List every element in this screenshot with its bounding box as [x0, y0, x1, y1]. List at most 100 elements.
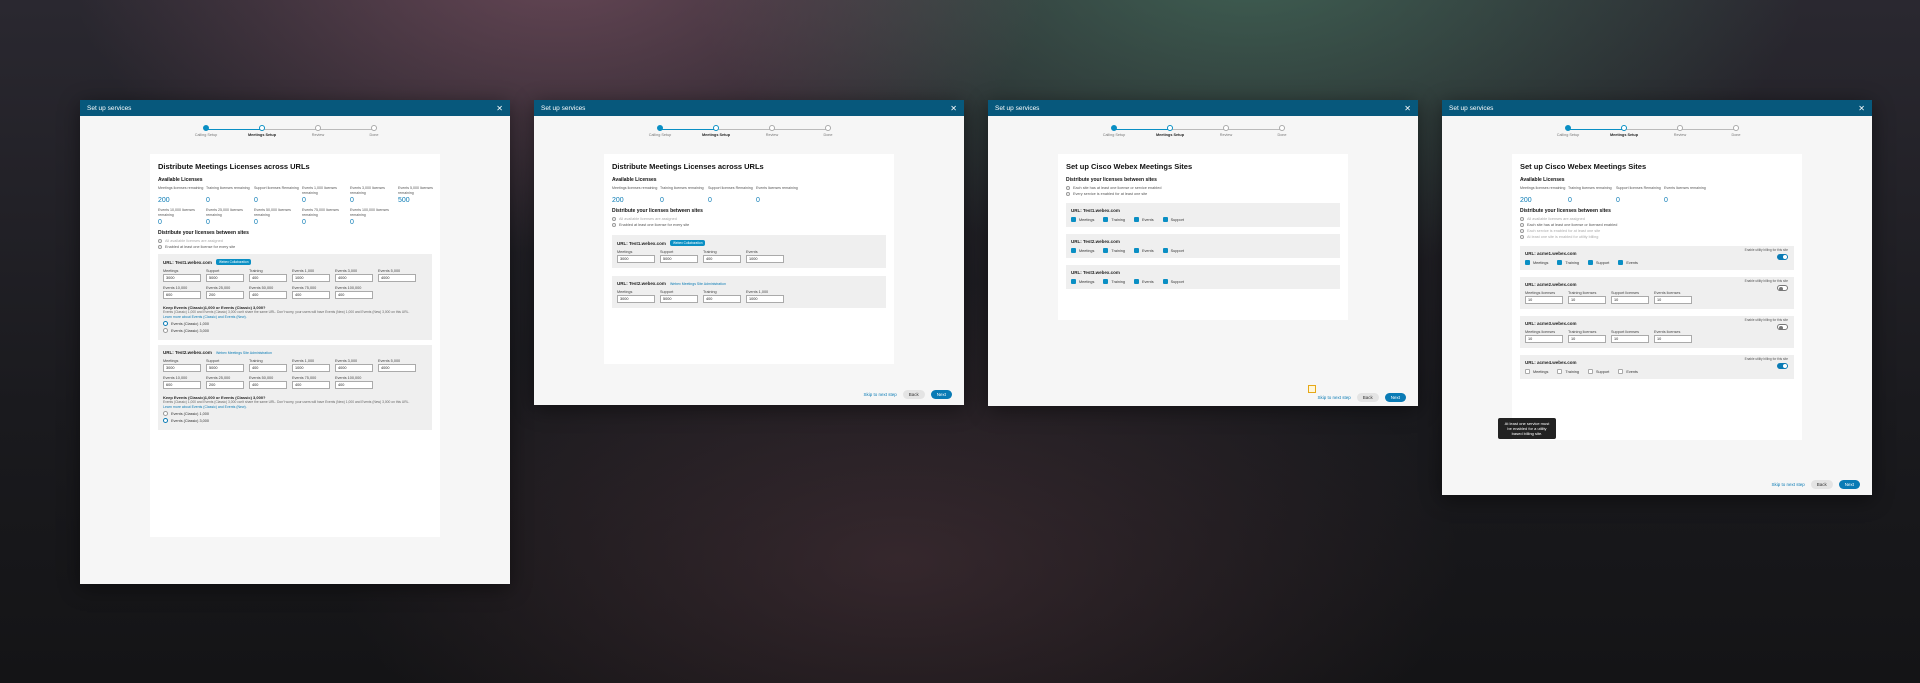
checkbox-icon[interactable] — [1588, 369, 1593, 374]
checkbox-icon[interactable] — [1618, 260, 1624, 265]
field-input[interactable]: 1000 — [746, 255, 784, 263]
radio-option[interactable]: Events (Classic) 3,000 — [163, 418, 427, 423]
service-checkbox[interactable]: Events — [1618, 260, 1638, 265]
field-input[interactable]: 400 — [249, 274, 287, 282]
checkbox-icon[interactable] — [1071, 248, 1076, 253]
service-checkbox[interactable]: Training — [1103, 217, 1125, 222]
checkbox-icon[interactable] — [1071, 279, 1076, 284]
next-button[interactable]: Next — [1384, 393, 1406, 402]
field-input[interactable]: 200 — [206, 381, 244, 389]
close-icon[interactable]: ✕ — [1404, 104, 1411, 113]
radio-option[interactable]: Events (Classic) 3,000 — [163, 328, 427, 333]
field-input[interactable]: 400 — [335, 291, 373, 299]
field-input[interactable]: 4000 — [378, 274, 416, 282]
checkbox-icon[interactable] — [1134, 279, 1139, 284]
admin-link[interactable]: Webex Meetings Site Administration — [216, 351, 272, 355]
radio-option[interactable]: Events (Classic) 1,000 — [163, 411, 427, 416]
field-input[interactable]: 400 — [335, 381, 373, 389]
checkbox-icon[interactable] — [1103, 279, 1109, 284]
field-input[interactable]: 5000 — [660, 255, 698, 263]
field-input[interactable]: 4000 — [378, 364, 416, 372]
checkbox-icon[interactable] — [1162, 248, 1168, 253]
utility-billing-toggle[interactable] — [1777, 324, 1788, 330]
field-input[interactable]: 5000 — [206, 274, 244, 282]
field-input[interactable]: 600 — [163, 291, 201, 299]
field-input[interactable]: 10 — [1568, 296, 1606, 304]
back-button[interactable]: Back — [1810, 480, 1833, 489]
field-input[interactable]: 400 — [249, 291, 287, 299]
field-input[interactable]: 3000 — [617, 255, 655, 263]
admin-link[interactable]: Webex Meetings Site Administration — [670, 282, 726, 286]
next-button[interactable]: Next — [1838, 480, 1860, 489]
checkbox-icon[interactable] — [1103, 248, 1109, 253]
service-checkbox[interactable]: Training — [1557, 369, 1579, 374]
radio-icon[interactable] — [163, 328, 168, 333]
service-checkbox[interactable]: Support — [1162, 217, 1184, 222]
radio-icon[interactable] — [163, 411, 168, 416]
service-checkbox[interactable]: Meetings — [1525, 369, 1548, 374]
field-input[interactable]: 10 — [1525, 335, 1563, 343]
field-input[interactable]: 1000 — [746, 295, 784, 303]
field-input[interactable]: 5000 — [206, 364, 244, 372]
checkbox-icon[interactable] — [1162, 217, 1168, 222]
checkbox-icon[interactable] — [1071, 217, 1076, 222]
service-checkbox[interactable]: Events — [1134, 279, 1154, 284]
checkbox-icon[interactable] — [1134, 217, 1139, 222]
learn-more-link[interactable]: Learn more about Events (Classic) and Ev… — [163, 315, 427, 319]
service-checkbox[interactable]: Meetings — [1525, 260, 1548, 265]
field-input[interactable]: 400 — [249, 364, 287, 372]
field-input[interactable]: 5000 — [660, 295, 698, 303]
field-input[interactable]: 10 — [1611, 296, 1649, 304]
field-input[interactable]: 400 — [703, 255, 741, 263]
service-checkbox[interactable]: Meetings — [1071, 217, 1094, 222]
service-checkbox[interactable]: Events — [1134, 248, 1154, 253]
field-input[interactable]: 1000 — [292, 364, 330, 372]
back-button[interactable]: Back — [902, 390, 925, 399]
field-input[interactable]: 600 — [163, 381, 201, 389]
checkbox-icon[interactable] — [1103, 217, 1109, 222]
service-checkbox[interactable]: Events — [1134, 217, 1154, 222]
close-icon[interactable]: ✕ — [950, 104, 957, 113]
skip-link[interactable]: Skip to next step — [1771, 482, 1804, 487]
field-input[interactable]: 400 — [292, 381, 330, 389]
next-button[interactable]: Next — [930, 390, 952, 399]
field-input[interactable]: 400 — [249, 381, 287, 389]
field-input[interactable]: 3000 — [163, 364, 201, 372]
service-checkbox[interactable]: Support — [1588, 260, 1609, 265]
field-input[interactable]: 10 — [1654, 296, 1692, 304]
service-checkbox[interactable]: Support — [1162, 279, 1184, 284]
field-input[interactable]: 4000 — [335, 364, 373, 372]
service-checkbox[interactable]: Training — [1557, 260, 1579, 265]
checkbox-icon[interactable] — [1557, 369, 1563, 374]
checkbox-icon[interactable] — [1618, 369, 1624, 374]
learn-more-link[interactable]: Learn more about Events (Classic) and Ev… — [163, 405, 427, 409]
radio-icon[interactable] — [163, 418, 168, 423]
field-input[interactable]: 400 — [703, 295, 741, 303]
skip-link[interactable]: Skip to next step — [863, 392, 896, 397]
field-input[interactable]: 10 — [1654, 335, 1692, 343]
close-icon[interactable]: ✕ — [1858, 104, 1865, 113]
checkbox-icon[interactable] — [1588, 260, 1593, 265]
field-input[interactable]: 10 — [1525, 296, 1563, 304]
service-checkbox[interactable]: Training — [1103, 279, 1125, 284]
field-input[interactable]: 10 — [1568, 335, 1606, 343]
skip-link[interactable]: Skip to next step — [1317, 395, 1350, 400]
checkbox-icon[interactable] — [1134, 248, 1139, 253]
utility-billing-toggle[interactable] — [1777, 363, 1788, 369]
utility-billing-toggle[interactable] — [1777, 285, 1788, 291]
field-input[interactable]: 4000 — [335, 274, 373, 282]
checkbox-icon[interactable] — [1525, 260, 1530, 265]
radio-icon[interactable] — [163, 321, 168, 326]
field-input[interactable]: 3000 — [617, 295, 655, 303]
checkbox-icon[interactable] — [1525, 369, 1530, 374]
service-checkbox[interactable]: Meetings — [1071, 279, 1094, 284]
field-input[interactable]: 3000 — [163, 274, 201, 282]
service-checkbox[interactable]: Meetings — [1071, 248, 1094, 253]
service-checkbox[interactable]: Training — [1103, 248, 1125, 253]
service-checkbox[interactable]: Events — [1618, 369, 1638, 374]
checkbox-icon[interactable] — [1557, 260, 1563, 265]
field-input[interactable]: 10 — [1611, 335, 1649, 343]
close-icon[interactable]: ✕ — [496, 104, 503, 113]
service-checkbox[interactable]: Support — [1588, 369, 1609, 374]
back-button[interactable]: Back — [1356, 393, 1379, 402]
